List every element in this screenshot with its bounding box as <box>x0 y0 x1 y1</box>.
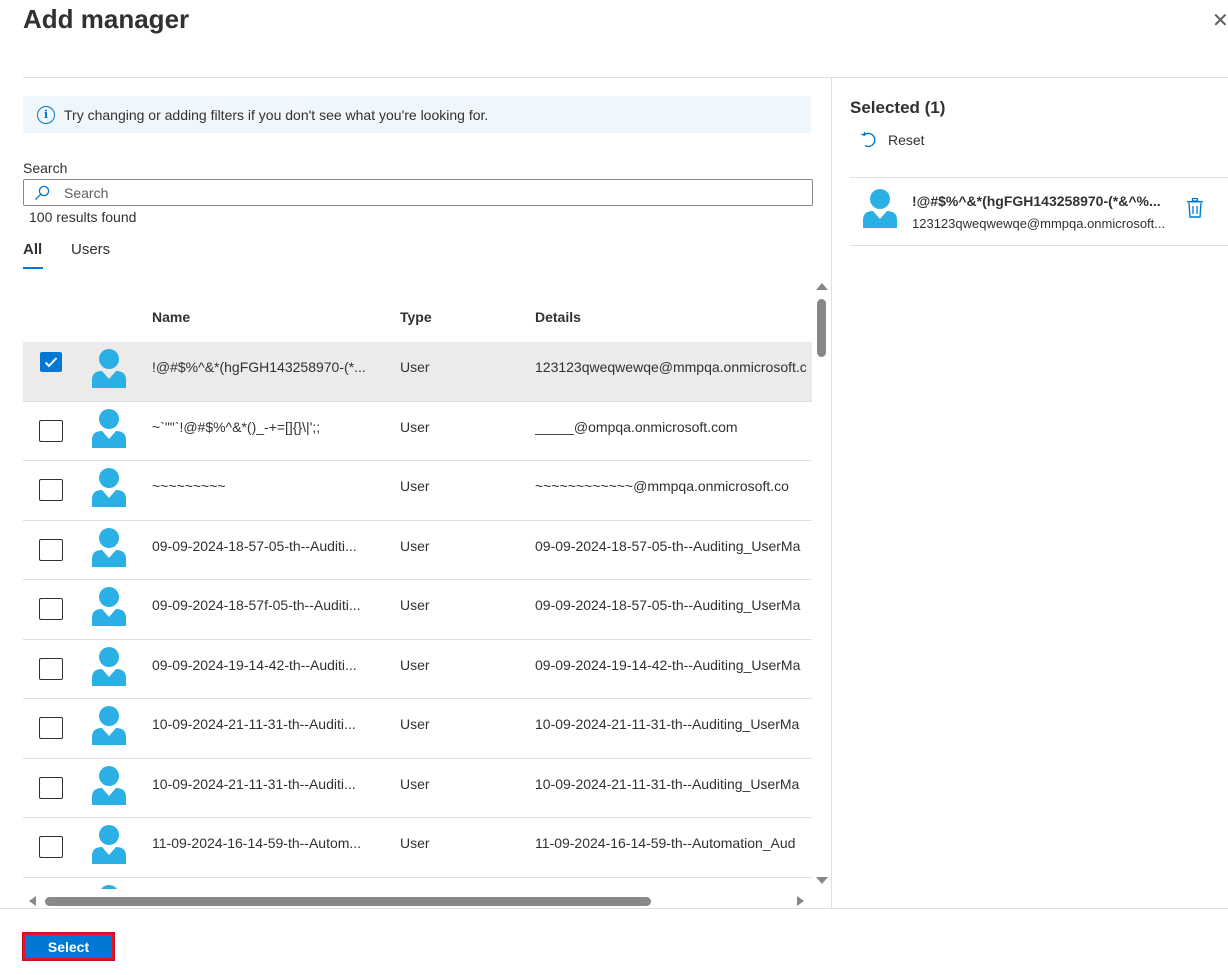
row-name: 10-09-2024-21-11-31-th--Auditi... <box>152 716 356 732</box>
selected-item: !@#$%^&*(hgFGH143258970-(*&^%... 123123q… <box>850 178 1228 246</box>
table-row[interactable]: ~~~~~~~~~ User ~~~~~~~~~~~~@mmpqa.onmicros… <box>23 461 812 521</box>
vertical-scroll-thumb[interactable] <box>817 299 826 357</box>
row-checkbox[interactable] <box>39 479 63 501</box>
row-type: User <box>400 478 430 494</box>
row-type: User <box>400 537 430 554</box>
table-row[interactable]: 11-09-2024-16-14-59-th--Autom... User 11-0… <box>23 818 812 878</box>
row-checkbox[interactable] <box>39 657 63 680</box>
column-header-details[interactable]: Details <box>535 309 581 325</box>
table-row[interactable]: 10-09-2024-21-11-31-th--Auditi... User 10-… <box>23 699 812 759</box>
info-icon: i <box>37 105 55 124</box>
user-avatar-icon <box>92 646 126 686</box>
results-count: 100 results found <box>29 209 137 225</box>
row-details: 09-09-2024-19-14-42-th--Auditing_UserMa <box>535 656 801 673</box>
row-details: ~~~~~~~~~~~~@mmpqa.onmicrosoft.co <box>535 478 789 494</box>
table-row[interactable]: 09-09-2024-18-57f-05-th--Auditi... User 09… <box>23 580 812 640</box>
row-checkbox[interactable] <box>40 352 62 372</box>
search-field[interactable] <box>23 179 813 206</box>
user-avatar-icon <box>92 825 126 864</box>
select-button[interactable]: Select <box>22 932 115 961</box>
user-avatar-icon <box>92 408 126 448</box>
column-header-name[interactable]: Name <box>152 309 190 325</box>
table-row[interactable]: 10-09-2024-21-11-31-th--Auditi... User 10-… <box>23 759 812 818</box>
row-checkbox[interactable] <box>39 717 63 739</box>
scroll-down-icon[interactable] <box>816 877 828 884</box>
user-avatar-icon <box>92 706 126 745</box>
row-type: User <box>400 835 430 851</box>
info-banner: i Try changing or adding filters if you … <box>23 96 811 133</box>
scroll-right-icon[interactable] <box>797 896 804 906</box>
user-avatar-icon <box>92 765 126 805</box>
table-row[interactable]: !@#$%^&*(hgFGH143258970-(*... User 123123q… <box>23 342 812 402</box>
row-name: 09-09-2024-18-57f-05-th--Auditi... <box>152 597 361 613</box>
row-type: User <box>400 359 430 375</box>
selected-item-email: 123123qweqwewqe@mmpqa.onmicrosoft... <box>912 216 1166 231</box>
footer-divider <box>0 908 1228 909</box>
table-row[interactable]: 09-09-2024-18-57-05-th--Auditi... User 09-… <box>23 521 812 580</box>
user-avatar-icon <box>863 189 897 228</box>
grid-header: Name Type Details <box>23 295 812 342</box>
row-type: User <box>400 716 430 732</box>
scroll-up-icon[interactable] <box>816 283 828 290</box>
info-banner-text: Try changing or adding filters if you do… <box>64 106 489 123</box>
table-row[interactable]: 123455User123456@mmpqa.onmicrosoft.com <box>23 878 812 889</box>
row-details: _____@ompqa.onmicrosoft.com <box>535 418 738 435</box>
undo-icon <box>861 131 876 148</box>
row-type: User <box>400 656 430 673</box>
column-header-type[interactable]: Type <box>400 309 432 325</box>
table-row[interactable]: 09-09-2024-19-14-42-th--Auditi... User 09-… <box>23 640 812 699</box>
row-name: 11-09-2024-16-14-59-th--Autom... <box>152 835 362 851</box>
row-type: User <box>400 775 430 792</box>
row-checkbox[interactable] <box>39 538 63 561</box>
user-avatar-icon <box>100 884 118 889</box>
row-details: 09-09-2024-18-57-05-th--Auditing_UserMa <box>535 537 801 554</box>
tab-all[interactable]: All <box>23 241 44 269</box>
user-avatar-icon <box>92 587 126 626</box>
row-name: 09-09-2024-19-14-42-th--Auditi... <box>152 656 357 673</box>
header-divider <box>23 77 1228 78</box>
user-avatar-icon <box>92 527 126 567</box>
row-type: User <box>400 418 430 435</box>
user-avatar-icon <box>92 349 126 388</box>
row-checkbox[interactable] <box>39 836 63 858</box>
row-details: 10-09-2024-21-11-31-th--Auditing_UserMa <box>535 775 800 792</box>
vertical-scrollbar[interactable] <box>813 281 830 889</box>
selected-title: Selected (1) <box>850 98 946 117</box>
checkmark-icon <box>44 357 58 368</box>
row-checkbox[interactable] <box>39 598 63 620</box>
table-row[interactable]: ~`""`!@#$%^&*()_-+=[]{}\|';; User _____@om… <box>23 402 812 461</box>
delete-icon[interactable] <box>1186 198 1204 218</box>
row-name: ~`""`!@#$%^&*()_-+=[]{}\|';; <box>152 418 321 435</box>
user-avatar-icon <box>92 468 126 507</box>
horizontal-scroll-thumb[interactable] <box>45 897 651 906</box>
selected-item-name: !@#$%^&*(hgFGH143258970-(*&^%... <box>912 193 1161 209</box>
row-details: 10-09-2024-21-11-31-th--Auditing_UserMa <box>535 716 800 732</box>
scroll-left-icon[interactable] <box>29 896 36 906</box>
row-name: ~~~~~~~~~ <box>152 478 226 494</box>
row-details: 123123qweqwewqe@mmpqa.onmicrosoft.c <box>535 359 807 375</box>
row-type: User <box>400 597 430 613</box>
row-checkbox[interactable] <box>39 776 63 799</box>
search-label: Search <box>23 160 68 176</box>
dialog-title: Add manager <box>23 4 190 34</box>
row-name: !@#$%^&*(hgFGH143258970-(*... <box>152 359 366 375</box>
search-input[interactable] <box>64 184 764 201</box>
row-checkbox[interactable] <box>39 419 63 442</box>
results-grid: Name Type Details !@#$%^&*(hgFGH14325897… <box>23 295 812 889</box>
tab-users[interactable]: Users <box>71 241 110 258</box>
row-name: 09-09-2024-18-57-05-th--Auditi... <box>152 537 357 554</box>
row-details: 09-09-2024-18-57-05-th--Auditing_UserMa <box>535 597 801 613</box>
panel-divider <box>831 78 832 908</box>
row-name: 10-09-2024-21-11-31-th--Auditi... <box>152 775 356 792</box>
row-details: 11-09-2024-16-14-59-th--Automation_Aud <box>535 835 796 851</box>
reset-button[interactable]: Reset <box>860 129 925 151</box>
reset-label: Reset <box>888 132 925 148</box>
close-icon[interactable]: ✕ <box>1212 8 1228 32</box>
search-icon <box>35 185 50 200</box>
